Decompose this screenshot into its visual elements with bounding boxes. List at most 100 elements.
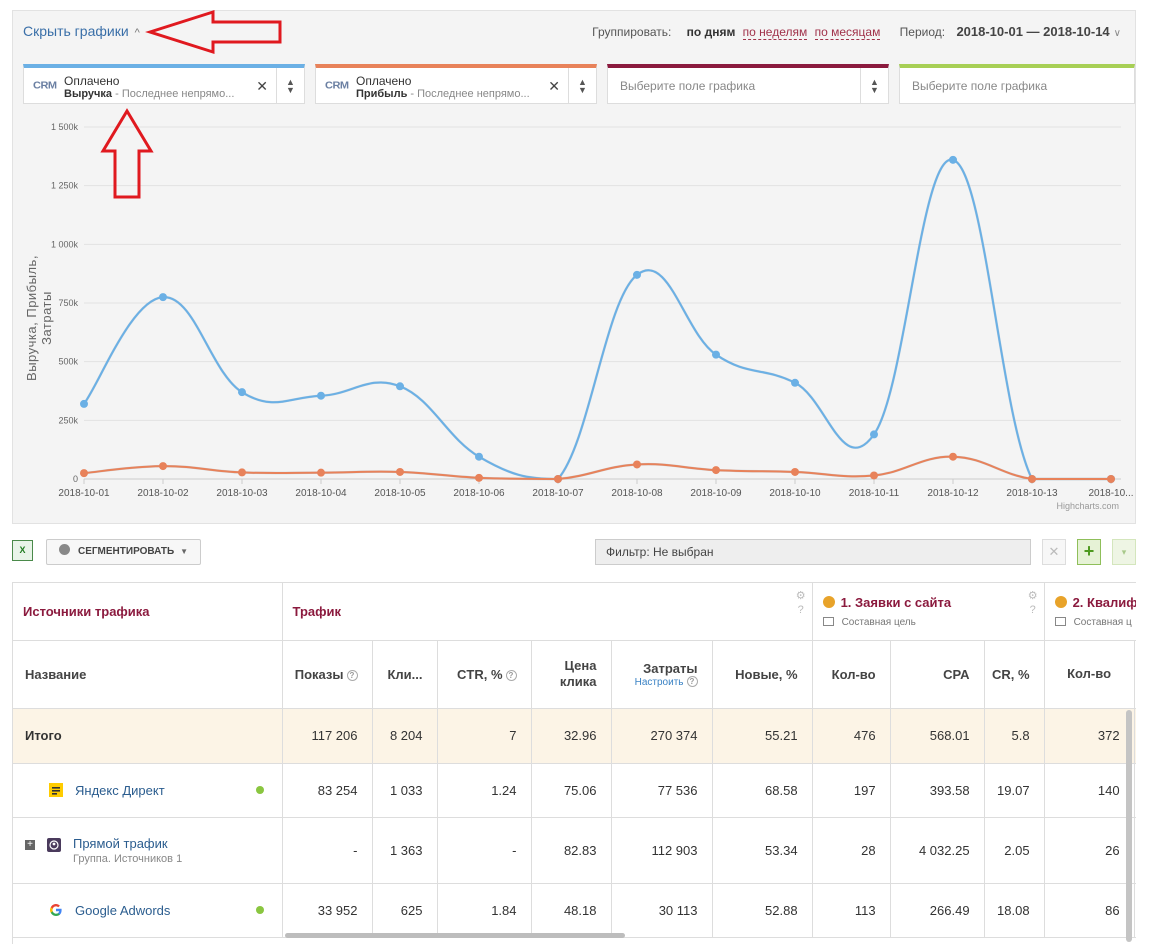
- data-point: [238, 388, 246, 397]
- segment-label: СЕГМЕНТИРОВАТЬ: [78, 546, 175, 557]
- y-axis-title: Выручка, Прибыль, Затраты: [24, 255, 54, 381]
- col-clicks[interactable]: Кли...: [372, 640, 438, 709]
- col-shows[interactable]: Показы?: [282, 640, 373, 709]
- cell-cpc: 82.83: [531, 817, 612, 884]
- series-line-1: [83, 455, 1111, 481]
- cell-overflow: [1134, 708, 1136, 764]
- gear-icon[interactable]: ⚙?: [1028, 589, 1038, 617]
- cell-cpc: 75.06: [531, 763, 612, 818]
- google-icon: [50, 903, 62, 916]
- vertical-scrollbar[interactable]: [1126, 710, 1132, 942]
- cell-clicks: 625: [372, 883, 438, 938]
- report-table: Источники трафика Трафик ⚙? 1. Заявки с …: [12, 582, 1136, 944]
- excel-export-icon[interactable]: X: [12, 540, 33, 561]
- x-tick-label: 2018-10-11: [849, 488, 900, 499]
- table-row[interactable]: Яндекс Директ 83 254 1 033 1.24 75.06 77…: [13, 763, 1136, 818]
- data-point: [396, 382, 404, 391]
- x-tick-label: 2018-10...: [1088, 488, 1133, 499]
- data-point: [949, 155, 957, 164]
- chevron-down-icon: ▼: [180, 547, 189, 556]
- goal-header-2[interactable]: 2. Квалиф Составная ц: [1044, 583, 1136, 641]
- cell-ctr: 7: [437, 708, 532, 764]
- segment-button[interactable]: СЕГМЕНТИРОВАТЬ ▼: [46, 539, 201, 565]
- col-ctr[interactable]: CTR, %?: [437, 640, 532, 709]
- goal-header-1[interactable]: 1. Заявки с сайта Составная цель ⚙?: [812, 583, 1045, 641]
- add-filter-button[interactable]: +: [1077, 539, 1101, 565]
- source-link[interactable]: Прямой трафик: [73, 836, 168, 851]
- col-goal1-count[interactable]: Кол-во: [812, 640, 891, 709]
- composite-goal-icon: [822, 617, 834, 626]
- cell-overflow: [1134, 883, 1136, 938]
- globe-icon: [59, 544, 70, 555]
- data-point: [475, 452, 483, 461]
- cell-clicks: 1 363: [372, 817, 438, 884]
- cell-cpc: 48.18: [531, 883, 612, 938]
- cell-overflow: 4: [1134, 817, 1136, 884]
- x-tick-label: 2018-10-04: [295, 488, 347, 499]
- cell-new: 68.58: [712, 763, 813, 818]
- data-point: [1107, 475, 1115, 483]
- cell-name: Google Adwords: [13, 883, 283, 938]
- help-icon: ?: [346, 669, 358, 681]
- clear-filter-icon[interactable]: ✕: [1042, 539, 1066, 565]
- yandex-direct-icon: [49, 782, 63, 797]
- col-goal2-count[interactable]: Кол-во: [1044, 640, 1135, 709]
- cell-g1-cpa: 568.01: [890, 708, 985, 764]
- col-new[interactable]: Новые, %: [712, 640, 813, 709]
- cell-shows: 83 254: [282, 763, 373, 818]
- cell-g2-count: 372: [1044, 708, 1135, 764]
- data-point: [159, 462, 167, 471]
- series-shadow: [82, 158, 1111, 481]
- data-point: [712, 466, 720, 475]
- cell-g2-count: 26: [1044, 817, 1135, 884]
- y-tick-label: 0: [73, 474, 78, 484]
- cell-g1-cpa: 393.58: [890, 763, 985, 818]
- col-goal1-cr[interactable]: CR, %: [984, 640, 1045, 709]
- cell-g1-cr: 18.08: [984, 883, 1045, 938]
- cell-cost: 30 113: [611, 883, 713, 938]
- cell-g1-cr: 5.8: [984, 708, 1045, 764]
- source-link[interactable]: Яндекс Директ: [75, 783, 165, 798]
- cell-g1-cr: 2.05: [984, 817, 1045, 884]
- cell-g1-count: 197: [812, 763, 891, 818]
- gear-icon[interactable]: ⚙?: [796, 589, 806, 617]
- configure-link: Настроить?: [612, 675, 698, 688]
- col-goal1-cpa[interactable]: CPA: [890, 640, 985, 709]
- composite-goal-icon: [1054, 617, 1066, 626]
- x-tick-label: 2018-10-03: [216, 488, 268, 499]
- more-options-button[interactable]: ▾: [1112, 539, 1136, 565]
- data-point: [80, 469, 88, 478]
- table-row-total: Итого 117 206 8 204 7 32.96 270 374 55.2…: [13, 708, 1136, 764]
- chart-panel: Скрыть графики ^ Группировать: по дням по…: [12, 10, 1136, 524]
- cell-name: Яндекс Директ: [13, 763, 283, 818]
- help-icon: ?: [505, 669, 517, 681]
- cell-g1-count: 28: [812, 817, 891, 884]
- cell-cost: 270 374: [611, 708, 713, 764]
- highcharts-credit[interactable]: Highcharts.com: [1056, 501, 1119, 511]
- data-point: [870, 430, 878, 439]
- y-tick-label: 250k: [58, 415, 78, 425]
- cell-g2-count: 86: [1044, 883, 1135, 938]
- x-tick-label: 2018-10-06: [453, 488, 505, 499]
- col-cpc[interactable]: Цена клика: [531, 640, 612, 709]
- table-row[interactable]: Google Adwords 33 952 625 1.84 48.18 30 …: [13, 883, 1136, 938]
- line-chart: 0 250k 500k 750k 1 000k 1 250k 1 500k 2018-10-0…: [51, 122, 1134, 499]
- series-shadow: [83, 455, 1111, 481]
- table-row[interactable]: + Прямой трафик Группа. Источников 1 - 1 3…: [13, 817, 1136, 884]
- status-dot: [255, 906, 264, 914]
- horizontal-scrollbar[interactable]: [285, 933, 625, 938]
- filter-field[interactable]: Фильтр: Не выбран: [595, 539, 1031, 565]
- col-name[interactable]: Название: [13, 640, 283, 709]
- cell-new: 52.88: [712, 883, 813, 938]
- x-tick-label: 2018-10-09: [690, 488, 742, 499]
- col-cost[interactable]: Затраты Настроить?: [611, 640, 713, 709]
- data-point: [949, 452, 957, 461]
- expand-icon[interactable]: +: [25, 839, 35, 850]
- cell-cost: 112 903: [611, 817, 713, 884]
- goal-icon: [1054, 596, 1067, 608]
- source-link[interactable]: Google Adwords: [75, 903, 170, 918]
- cell-cost: 77 536: [611, 763, 713, 818]
- goal-icon: [822, 596, 835, 608]
- status-dot: [255, 786, 264, 794]
- data-point: [554, 475, 562, 483]
